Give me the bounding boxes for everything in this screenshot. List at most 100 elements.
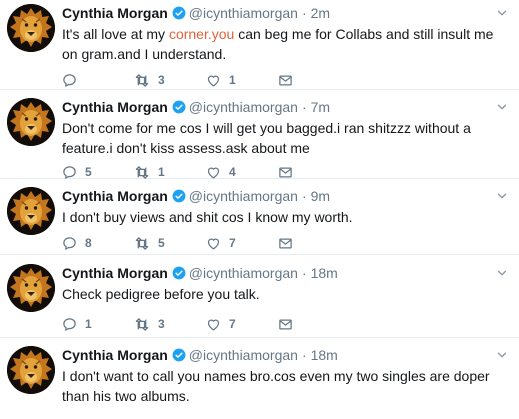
timestamp[interactable]: 7m [311, 99, 330, 115]
verified-icon [172, 266, 186, 280]
display-name[interactable]: Cynthia Morgan [62, 99, 168, 115]
display-name[interactable]: Cynthia Morgan [62, 347, 168, 363]
tweet-header: Cynthia Morgan @icynthiamorgan · 18m [62, 346, 509, 364]
reply-count: 1 [85, 317, 92, 331]
tweet-feed: Cynthia Morgan @icynthiamorgan · 2m It's… [0, 0, 519, 419]
message-icon [278, 165, 293, 180]
lion-avatar-icon [7, 4, 55, 52]
verified-icon [172, 6, 186, 20]
like-count: 7 [229, 236, 236, 250]
retweet-count: 5 [158, 236, 165, 250]
display-name[interactable]: Cynthia Morgan [62, 265, 168, 281]
tweet-actions: 3 1 [62, 70, 509, 90]
direct-message-button[interactable] [278, 165, 350, 180]
lion-avatar-icon [7, 187, 55, 235]
like-icon [206, 73, 221, 88]
reply-button[interactable]: 8 [62, 236, 134, 251]
verified-icon [172, 100, 186, 114]
direct-message-button[interactable] [278, 73, 350, 88]
tweet-text: Don't come for me cos I will get you bag… [62, 120, 471, 156]
separator-dot: · [301, 99, 307, 115]
retweet-icon [134, 236, 150, 251]
retweet-button[interactable]: 3 [134, 73, 206, 88]
verified-icon [172, 348, 186, 362]
reply-icon [62, 165, 77, 180]
retweet-count: 3 [158, 73, 165, 87]
timestamp[interactable]: 18m [311, 347, 338, 363]
direct-message-button[interactable] [278, 236, 350, 251]
avatar[interactable] [7, 346, 55, 394]
avatar[interactable] [7, 264, 55, 312]
caret-down-icon[interactable] [495, 100, 509, 119]
tweet-header: Cynthia Morgan @icynthiamorgan · 9m [62, 187, 509, 205]
tweet-text: I don't want to call you names bro.cos e… [62, 368, 490, 404]
timestamp[interactable]: 9m [311, 188, 330, 204]
reply-button[interactable]: 1 [62, 317, 134, 332]
retweet-count: 3 [158, 317, 165, 331]
reply-icon [62, 236, 77, 251]
tweet-text: I don't buy views and shit cos I know my… [62, 209, 353, 225]
user-handle[interactable]: @icynthiamorgan [189, 347, 298, 363]
tweet[interactable]: Cynthia Morgan @icynthiamorgan · 7m Don'… [0, 90, 519, 179]
tweet-header: Cynthia Morgan @icynthiamorgan · 18m [62, 264, 509, 282]
caret-down-icon[interactable] [495, 6, 509, 25]
tweet-header: Cynthia Morgan @icynthiamorgan · 7m [62, 98, 509, 116]
retweet-count: 1 [158, 165, 165, 179]
caret-down-icon[interactable] [495, 189, 509, 208]
user-handle[interactable]: @icynthiamorgan [189, 99, 298, 115]
lion-avatar-icon [7, 98, 55, 146]
separator-dot: · [301, 188, 307, 204]
timestamp[interactable]: 18m [311, 265, 338, 281]
reply-button[interactable]: 5 [62, 165, 134, 180]
display-name[interactable]: Cynthia Morgan [62, 188, 168, 204]
tweet-text: It's all love at my corner.you can beg m… [62, 24, 509, 64]
separator-dot: · [301, 5, 307, 21]
tweet[interactable]: Cynthia Morgan @icynthiamorgan · 18m Che… [0, 255, 519, 338]
display-name[interactable]: Cynthia Morgan [62, 5, 168, 21]
direct-message-button[interactable] [278, 317, 350, 332]
like-count: 7 [229, 317, 236, 331]
like-count: 1 [229, 73, 236, 87]
verified-icon [172, 189, 186, 203]
user-handle[interactable]: @icynthiamorgan [189, 188, 298, 204]
like-count: 4 [229, 165, 236, 179]
retweet-button[interactable]: 3 [134, 317, 206, 332]
message-icon [278, 317, 293, 332]
like-icon [206, 165, 221, 180]
tweet-actions: 1 3 7 [62, 314, 509, 334]
timestamp[interactable]: 2m [311, 5, 330, 21]
avatar[interactable] [7, 98, 55, 146]
message-icon [278, 73, 293, 88]
tweet-text-part: It's all love at my [62, 26, 169, 42]
tweet-actions: 8 5 7 [62, 233, 509, 253]
like-icon [206, 317, 221, 332]
reply-icon [62, 317, 77, 332]
tweet[interactable]: Cynthia Morgan @icynthiamorgan · 18m I d… [0, 338, 519, 419]
retweet-button[interactable]: 1 [134, 165, 206, 180]
tweet-link[interactable]: corner.you [169, 26, 234, 42]
lion-avatar-icon [7, 346, 55, 394]
reply-count: 5 [85, 165, 92, 179]
reply-button[interactable] [62, 73, 134, 88]
caret-down-icon[interactable] [495, 266, 509, 285]
tweet[interactable]: Cynthia Morgan @icynthiamorgan · 9m I do… [0, 179, 519, 255]
like-button[interactable]: 1 [206, 73, 278, 88]
like-button[interactable]: 7 [206, 317, 278, 332]
reply-icon [62, 73, 77, 88]
like-button[interactable]: 4 [206, 165, 278, 180]
like-button[interactable]: 7 [206, 236, 278, 251]
reply-count: 8 [85, 236, 92, 250]
user-handle[interactable]: @icynthiamorgan [189, 265, 298, 281]
tweet[interactable]: Cynthia Morgan @icynthiamorgan · 2m It's… [0, 0, 519, 90]
user-handle[interactable]: @icynthiamorgan [189, 5, 298, 21]
retweet-button[interactable]: 5 [134, 236, 206, 251]
retweet-icon [134, 165, 150, 180]
like-icon [206, 236, 221, 251]
message-icon [278, 236, 293, 251]
lion-avatar-icon [7, 264, 55, 312]
caret-down-icon[interactable] [495, 348, 509, 367]
avatar[interactable] [7, 187, 55, 235]
retweet-icon [134, 73, 150, 88]
separator-dot: · [301, 265, 307, 281]
avatar[interactable] [7, 4, 55, 52]
